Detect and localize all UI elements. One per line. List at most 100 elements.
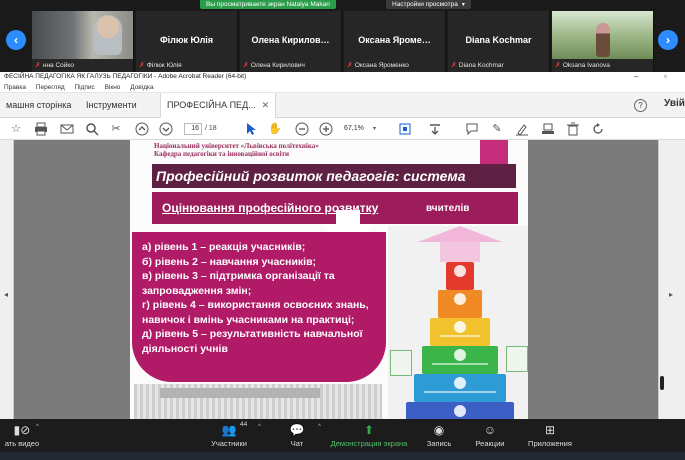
apps-label: Приложения bbox=[528, 439, 572, 448]
page-down-icon[interactable] bbox=[158, 121, 174, 137]
pen-icon[interactable]: ✎ bbox=[489, 121, 505, 137]
tab-bar: машня сторінка Інструменти ПРОФЕСІЙНА ПЕ… bbox=[0, 93, 685, 118]
participant-name: Філюк Юлія bbox=[146, 62, 182, 69]
participant-name: Олена Кирилович bbox=[250, 62, 305, 69]
step-icon bbox=[446, 262, 474, 290]
zoom-in-icon[interactable] bbox=[318, 121, 334, 137]
step-icon bbox=[406, 402, 514, 419]
step-badge-icon bbox=[454, 349, 466, 361]
menu-edit[interactable]: Правка bbox=[4, 84, 26, 91]
previous-page-arrow-icon[interactable]: ‹ bbox=[6, 30, 26, 50]
participant-name: Oksana Ivanova bbox=[562, 62, 610, 69]
menu-help[interactable]: Довідка bbox=[130, 84, 153, 91]
participant-tile[interactable]: Diana Kochmar ✗ Diana Kochmar bbox=[448, 11, 550, 72]
tab-document[interactable]: ПРОФЕСІЙНА ПЕД... ✕ bbox=[160, 93, 277, 118]
levels-list: а) рівень 1 – реакція учасників; б) ріве… bbox=[142, 240, 382, 356]
scissors-icon[interactable]: ✂ bbox=[108, 121, 124, 137]
chevron-up-icon[interactable]: ^ bbox=[36, 424, 39, 430]
hand-tool-icon[interactable]: ✋ bbox=[267, 121, 283, 137]
pdf-page-slide: Національний університет «Львівська полі… bbox=[130, 140, 528, 419]
record-button[interactable]: ◉ Запись bbox=[420, 422, 458, 448]
email-icon[interactable] bbox=[59, 121, 75, 137]
page-number-input[interactable]: 16 bbox=[184, 123, 202, 135]
scroll-mode-icon[interactable] bbox=[427, 121, 443, 137]
participant-name: Diana Kochmar bbox=[458, 62, 504, 69]
mic-muted-icon: ✗ bbox=[139, 62, 145, 69]
chat-button[interactable]: 💬 Чат bbox=[282, 422, 312, 448]
mic-muted-icon: ✗ bbox=[35, 62, 41, 69]
document-viewport: ◂ ▸ Національний університет «Львівська … bbox=[0, 140, 685, 419]
tab-home[interactable]: машня сторінка bbox=[0, 93, 77, 118]
apps-button[interactable]: ⊞ Приложения bbox=[528, 422, 572, 448]
scrollbar-thumb[interactable] bbox=[660, 376, 664, 390]
print-icon[interactable] bbox=[33, 121, 49, 137]
participant-strip: ✗ нна Сойко Філюк Юлія ✗ Філюк Юлія Олена … bbox=[32, 11, 658, 72]
close-tab-icon[interactable]: ✕ bbox=[262, 100, 270, 110]
page-up-icon[interactable] bbox=[134, 121, 150, 137]
participant-tile[interactable]: Олена Кирилов… ✗ Олена Кирилович bbox=[240, 11, 342, 72]
step-badge-icon bbox=[454, 321, 466, 333]
participant-tile[interactable]: ✗ нна Сойко bbox=[32, 11, 134, 72]
chevron-up-icon[interactable]: ^ bbox=[318, 424, 321, 430]
participant-tile[interactable]: Філюк Юлія ✗ Філюк Юлія bbox=[136, 11, 238, 72]
share-screen-label: Демонстрация экрана bbox=[330, 439, 408, 448]
reactions-button[interactable]: ☺ Реакции bbox=[470, 422, 510, 448]
chevron-up-icon[interactable]: ^ bbox=[258, 424, 261, 430]
reactions-label: Реакции bbox=[475, 439, 505, 448]
participants-count: 44 bbox=[240, 421, 248, 428]
zoom-top-strip: Вы просматриваете экран Natalya Makan На… bbox=[0, 0, 685, 72]
select-cursor-icon[interactable] bbox=[243, 121, 259, 137]
participant-footer: ✗ Diana Kochmar bbox=[451, 61, 504, 69]
delete-icon[interactable] bbox=[565, 121, 581, 137]
bookmark-star-icon[interactable]: ☆ bbox=[8, 121, 24, 137]
tab-document-label: ПРОФЕСІЙНА ПЕД... bbox=[167, 100, 256, 110]
mic-muted-icon: ✗ bbox=[555, 62, 561, 69]
menu-view[interactable]: Перегляд bbox=[36, 84, 65, 91]
toolbar: ☆ ✂ 16 / 18 ✋ 67,1% ▾ ✎ bbox=[0, 118, 685, 140]
step-icon bbox=[438, 290, 482, 318]
acrobat-window: ФЕСІЙНА ПЕДАГОГІКА ЯК ГАЛУЗЬ ПЕДАГОГІКИ … bbox=[0, 72, 685, 419]
chevron-down-icon[interactable]: ▾ bbox=[373, 123, 376, 135]
participant-footer: ✗ Oksana Ivanova bbox=[555, 61, 610, 69]
next-page-arrow-icon[interactable]: › bbox=[658, 30, 678, 50]
expand-right-panel-icon[interactable]: ▸ bbox=[669, 290, 673, 299]
participant-footer: ✗ Олена Кирилович bbox=[243, 61, 305, 69]
highlight-icon[interactable] bbox=[514, 121, 530, 137]
rotate-icon[interactable] bbox=[590, 121, 606, 137]
subtitle-rest: вчителів bbox=[426, 203, 470, 214]
mic-muted-icon: ✗ bbox=[347, 62, 353, 69]
participant-display-name: Оксана Яроме… bbox=[358, 35, 431, 45]
search-icon[interactable] bbox=[84, 121, 100, 137]
view-options-label: Настройки просмотра bbox=[392, 1, 458, 8]
chat-icon: 💬 bbox=[289, 423, 305, 437]
os-taskbar bbox=[0, 452, 685, 460]
page-total: / 18 bbox=[205, 125, 217, 132]
menu-sign[interactable]: Підпис bbox=[74, 84, 94, 91]
share-screen-button[interactable]: ⬆ Демонстрация экрана bbox=[326, 422, 412, 448]
help-icon[interactable]: ? bbox=[634, 99, 647, 112]
minimize-icon[interactable]: – bbox=[634, 72, 638, 82]
level-item: д) рівень 5 – результативність навчально… bbox=[142, 328, 363, 355]
participant-tile[interactable]: ✗ Oksana Ivanova bbox=[552, 11, 654, 72]
side-note-left bbox=[390, 350, 412, 376]
left-panel-collapsed[interactable]: ◂ bbox=[0, 140, 14, 419]
step-icon bbox=[430, 318, 490, 346]
view-options-button[interactable]: Настройки просмотра ▾ bbox=[386, 0, 471, 9]
participants-button[interactable]: 👥 Участники bbox=[200, 422, 258, 448]
stamp-icon[interactable] bbox=[540, 121, 556, 137]
expand-left-panel-icon[interactable]: ◂ bbox=[4, 290, 8, 299]
participant-tile[interactable]: Оксана Яроме… ✗ Оксана Яроменко bbox=[344, 11, 446, 72]
maximize-icon[interactable]: ▫ bbox=[664, 72, 667, 82]
fit-page-icon[interactable] bbox=[397, 121, 413, 137]
zoom-level[interactable]: 67,1% bbox=[344, 123, 364, 135]
comment-icon[interactable] bbox=[464, 121, 480, 137]
zoom-out-icon[interactable] bbox=[294, 121, 310, 137]
university-name: Національний університет «Львівська полі… bbox=[154, 142, 319, 150]
tab-tools[interactable]: Інструменти bbox=[80, 93, 143, 118]
participant-display-name: Філюк Юлія bbox=[159, 35, 214, 45]
campus-building-roof bbox=[160, 388, 320, 398]
menu-window[interactable]: Вікно bbox=[105, 84, 121, 91]
level-item: г) рівень 4 – використання освоєних знан… bbox=[142, 299, 369, 326]
slide-title: Професійний розвиток педагогів: система bbox=[156, 168, 466, 184]
sign-in-link[interactable]: Увій bbox=[664, 98, 685, 109]
